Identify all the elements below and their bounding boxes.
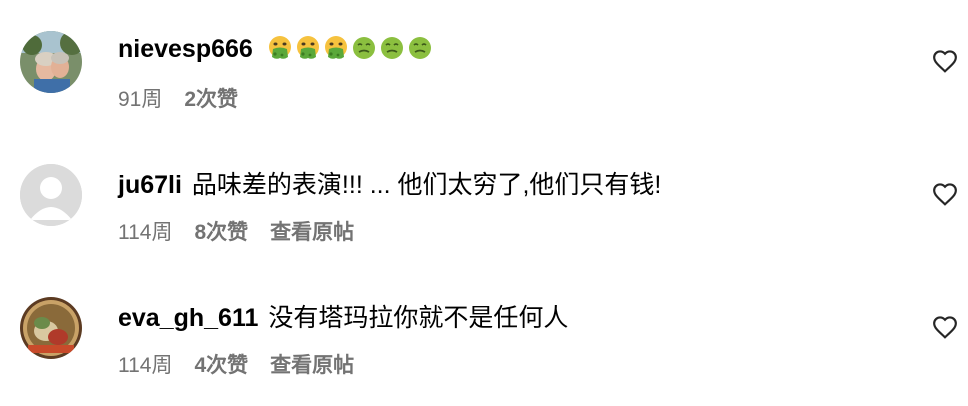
nauseated-green-face-icon bbox=[352, 37, 375, 60]
comment-username[interactable]: eva_gh_611 bbox=[118, 304, 258, 332]
comment-likes[interactable]: 8次赞 bbox=[194, 220, 248, 246]
comment-likes[interactable]: 2次赞 bbox=[184, 87, 238, 113]
heart-outline-icon[interactable] bbox=[932, 182, 958, 206]
heart-outline-icon[interactable] bbox=[932, 315, 958, 339]
avatar[interactable] bbox=[20, 164, 82, 226]
comment-meta: 114周 4次赞 查看原帖 bbox=[118, 353, 376, 379]
avatar[interactable] bbox=[20, 31, 82, 93]
nauseated-green-face-icon bbox=[408, 37, 431, 60]
comment-item: ju67li 品味差的表演!!! ... 他们太穷了,他们只有钱! 114周 8次赞… bbox=[0, 133, 968, 265]
comment-meta: 91周 2次赞 bbox=[118, 87, 260, 113]
nauseated-face-icon bbox=[268, 36, 291, 60]
emoji-group bbox=[267, 35, 433, 61]
comment-likes[interactable]: 4次赞 bbox=[194, 353, 248, 379]
nauseated-face-icon bbox=[296, 36, 319, 60]
nauseated-face-icon bbox=[324, 36, 347, 60]
view-post-link[interactable]: 查看原帖 bbox=[270, 353, 354, 379]
comment-text: eva_gh_611 没有塔玛拉你就不是任何人 bbox=[118, 303, 568, 333]
comment-message: 品味差的表演!!! ... 他们太穷了,他们只有钱! bbox=[191, 171, 662, 199]
comment-text: nievesp666 bbox=[118, 34, 433, 64]
comment-username[interactable]: ju67li bbox=[118, 171, 182, 199]
heart-outline-icon[interactable] bbox=[932, 49, 958, 73]
comment-item: nievesp666 91周 2次赞 bbox=[0, 0, 968, 132]
comment-meta: 114周 8次赞 查看原帖 bbox=[118, 220, 376, 246]
avatar[interactable] bbox=[20, 297, 82, 359]
comment-text: ju67li 品味差的表演!!! ... 他们太穷了,他们只有钱! bbox=[118, 170, 661, 200]
comment-username[interactable]: nievesp666 bbox=[118, 35, 253, 63]
comment-time[interactable]: 114周 bbox=[118, 220, 172, 246]
nauseated-green-face-icon bbox=[380, 37, 403, 60]
comment-message: 没有塔玛拉你就不是任何人 bbox=[268, 304, 569, 332]
comment-time[interactable]: 114周 bbox=[118, 353, 172, 379]
view-post-link[interactable]: 查看原帖 bbox=[270, 220, 354, 246]
comment-time[interactable]: 91周 bbox=[118, 87, 162, 113]
comment-item: eva_gh_611 没有塔玛拉你就不是任何人 114周 4次赞 查看原帖 bbox=[0, 266, 968, 398]
